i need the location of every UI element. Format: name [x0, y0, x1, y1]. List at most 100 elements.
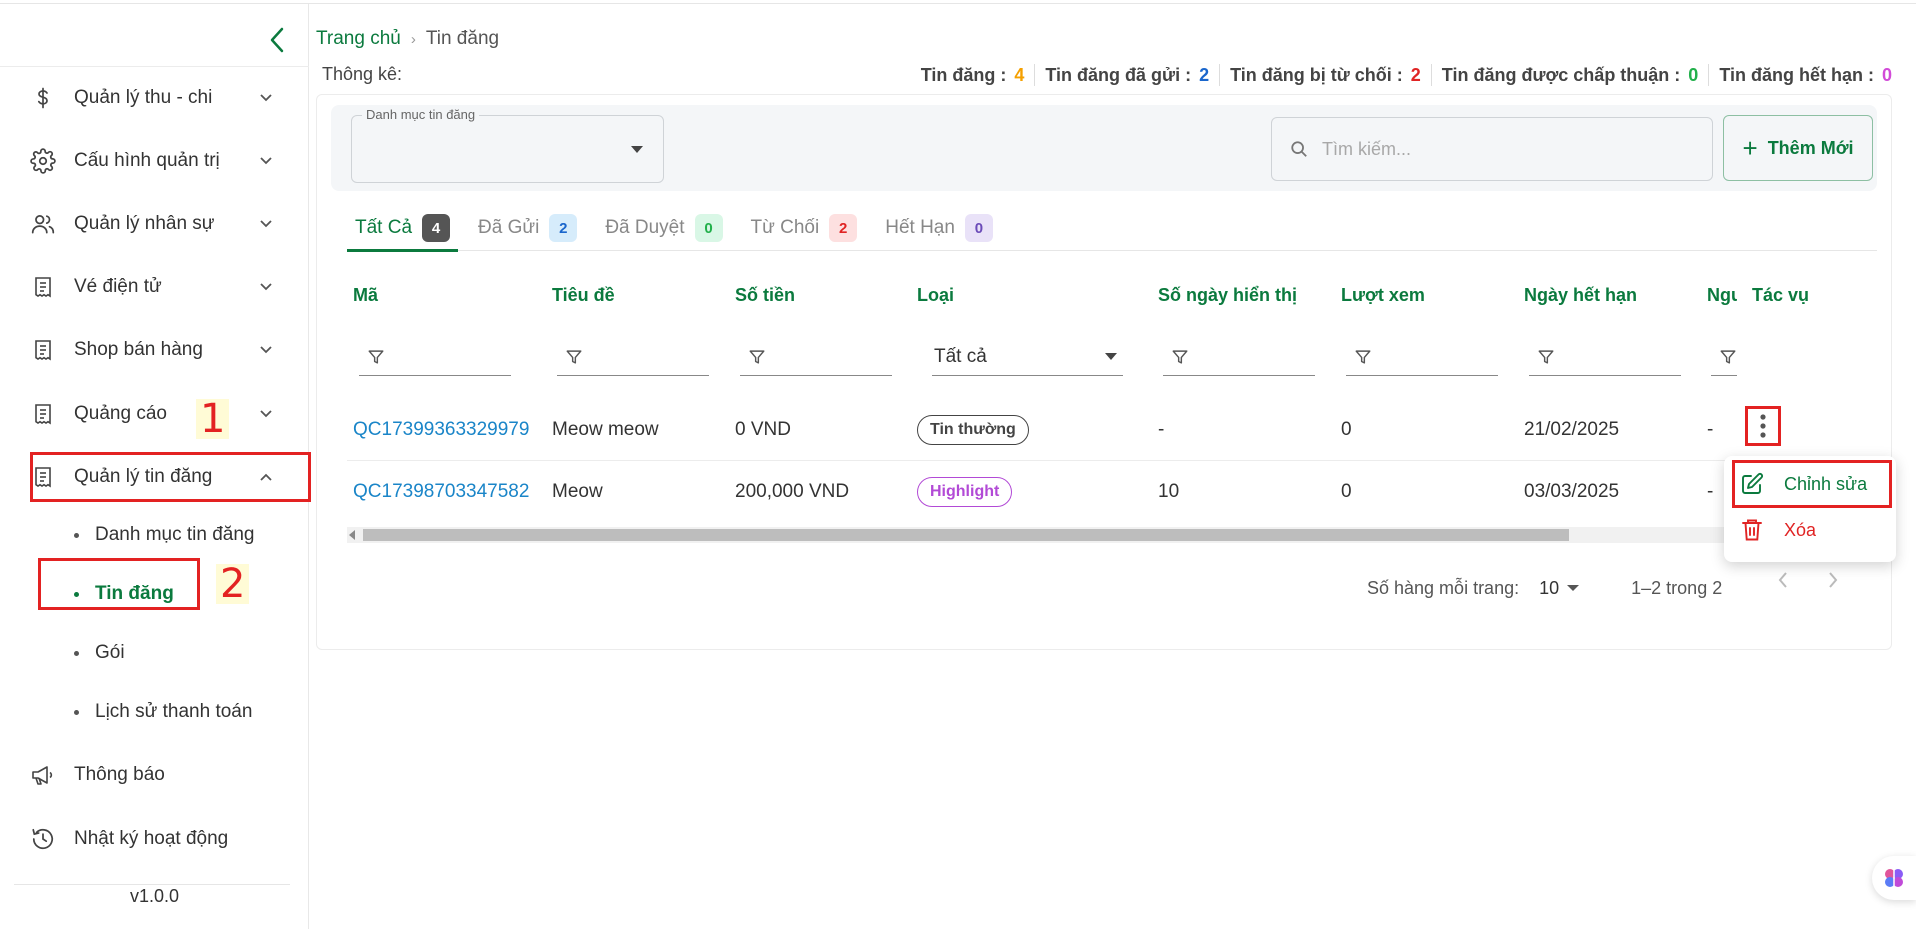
- column-header-title[interactable]: Tiêu đề: [552, 285, 615, 306]
- pagination: Số hàng mỗi trang: 10 1–2 trong 2: [1367, 573, 1722, 603]
- filter-code[interactable]: [359, 338, 511, 376]
- stats-bar: Thông kê: Tin đăng : 4 Tin đăng đã gửi : 2…: [316, 64, 1892, 88]
- stat-value: 2: [1410, 64, 1421, 85]
- sidebar-item-notifications[interactable]: Thông báo: [30, 751, 275, 799]
- app-version: v1.0.0: [129, 886, 180, 906]
- stats-list: Tin đăng : 4 Tin đăng đã gửi : 2 Tin đăng …: [921, 64, 1892, 86]
- stat-label: Tin đăng :: [920, 64, 1007, 85]
- filter-type-select[interactable]: Tất cả: [932, 338, 1123, 376]
- sidebar-subitem-packages[interactable]: Gói: [74, 633, 125, 673]
- listing-code-link[interactable]: QC17399363329979: [353, 399, 529, 461]
- tab-all[interactable]: Tất Cả 4: [347, 205, 459, 252]
- scrollbar-thumb[interactable]: [363, 529, 1569, 541]
- gear-icon: [30, 148, 56, 174]
- sidebar-divider: [0, 66, 309, 67]
- annotation-number-1: 1: [196, 399, 230, 439]
- listing-amount: 200,000 VND: [735, 481, 850, 502]
- plus-icon: +: [1742, 133, 1758, 163]
- filter-panel: Danh mục tin đăng + Thêm Mới: [331, 105, 1877, 191]
- sidebar-item-label: Shop bán hàng: [74, 339, 203, 360]
- filter-icon: [1354, 348, 1372, 366]
- column-header-expiry[interactable]: Ngày hết hạn: [1524, 285, 1637, 306]
- sidebar-item-label: Quản lý nhân sự: [74, 213, 215, 234]
- chevron-right-icon: [1829, 572, 1838, 588]
- sidebar-item-hr[interactable]: Quản lý nhân sự: [30, 200, 275, 248]
- tab-label: Đã Gửi: [478, 217, 540, 238]
- listing-views: 0: [1341, 419, 1352, 440]
- column-header-display-days[interactable]: Số ngày hiển thị: [1158, 285, 1297, 306]
- caret-down-icon: [1567, 585, 1580, 591]
- delete-menu-item[interactable]: Xóa: [1738, 510, 1888, 550]
- tab-count-badge: 4: [422, 214, 451, 242]
- listing-code-link[interactable]: QC17398703347582: [353, 461, 529, 523]
- horizontal-scrollbar[interactable]: [347, 527, 1737, 543]
- sidebar-subitem-label: Gói: [95, 642, 125, 663]
- filter-icon: [565, 348, 583, 366]
- filter-display-days[interactable]: [1163, 338, 1315, 376]
- sidebar-subitem-payment-history[interactable]: Lịch sử thanh toán: [74, 692, 252, 732]
- users-icon: [30, 211, 56, 237]
- scroll-left-icon[interactable]: [349, 530, 355, 540]
- sidebar-item-label: Thông báo: [74, 764, 165, 785]
- tab-sent[interactable]: Đã Gửi 2: [470, 205, 585, 251]
- column-header-amount[interactable]: Số tiền: [735, 285, 795, 306]
- breadcrumb-home-link[interactable]: Trang chủ: [316, 28, 401, 50]
- pagination-range: 1–2 trong 2: [1631, 577, 1723, 598]
- table-row: QC17399363329979 Meow meow 0 VND Tin thư…: [347, 399, 1737, 461]
- filter-expiry[interactable]: [1529, 338, 1681, 376]
- search-input[interactable]: [1322, 138, 1682, 160]
- filter-views[interactable]: [1346, 338, 1498, 376]
- sidebar-item-ads[interactable]: Quảng cáo: [30, 390, 275, 438]
- sidebar-subitem-listing-categories[interactable]: Danh mục tin đăng: [74, 515, 255, 555]
- collapse-sidebar-button[interactable]: [262, 22, 292, 58]
- dollar-icon: [30, 85, 56, 111]
- add-new-button[interactable]: + Thêm Mới: [1723, 115, 1873, 181]
- chevron-down-icon: [257, 278, 275, 296]
- sidebar-item-shop[interactable]: Shop bán hàng: [30, 326, 275, 374]
- sidebar-item-label: Quảng cáo: [74, 403, 167, 424]
- chevron-down-icon: [257, 215, 275, 233]
- filter-icon: [1171, 348, 1189, 366]
- sidebar-item-activity-log[interactable]: Nhật ký hoạt động: [30, 815, 275, 863]
- annotation-box-1: [30, 452, 311, 502]
- type-tag: Highlight: [917, 477, 1013, 507]
- caret-down-icon: [1105, 353, 1117, 360]
- breadcrumb-separator: ›: [410, 30, 416, 48]
- tab-rejected[interactable]: Từ Chối 2: [743, 205, 866, 251]
- sidebar-item-admin-config[interactable]: Cấu hình quản trị: [30, 137, 275, 185]
- column-header-truncated[interactable]: Ngư: [1707, 285, 1737, 306]
- column-header-type[interactable]: Loại: [917, 285, 954, 306]
- filter-amount[interactable]: [740, 338, 892, 376]
- filter-icon: [748, 348, 766, 366]
- row-actions-button[interactable]: [1746, 407, 1780, 445]
- column-header-code[interactable]: Mã: [353, 285, 378, 306]
- stat-value: 2: [1199, 64, 1210, 85]
- trash-icon: [1738, 516, 1766, 544]
- stat-divider: [1430, 64, 1432, 86]
- status-tabs: Tất Cả 4 Đã Gửi 2 Đã Duyệt 0 Từ Chối 2 H…: [347, 205, 1877, 252]
- next-page-button[interactable]: [1818, 565, 1848, 595]
- table-row: QC17398703347582 Meow 200,000 VND Highli…: [347, 461, 1737, 523]
- megaphone-icon: [30, 762, 56, 788]
- filter-truncated[interactable]: [1711, 338, 1737, 376]
- prev-page-button[interactable]: [1768, 565, 1798, 595]
- sidebar-item-e-ticket[interactable]: Vé điện tử: [30, 263, 275, 311]
- listing-amount: 0 VND: [735, 419, 791, 440]
- filter-title[interactable]: [557, 338, 709, 376]
- filter-icon: [367, 348, 385, 366]
- filter-type-value: Tất cả: [934, 345, 987, 367]
- sidebar-subitem-label: Lịch sử thanh toán: [95, 701, 253, 722]
- tab-label: Đã Duyệt: [605, 217, 685, 238]
- assistant-button[interactable]: [1872, 856, 1916, 900]
- sidebar-item-finance[interactable]: Quản lý thu - chi: [30, 74, 275, 122]
- tab-expired[interactable]: Hết Hạn 0: [877, 205, 1001, 251]
- stat-value: 4: [1014, 64, 1025, 85]
- category-select-label: Danh mục tin đăng: [362, 107, 480, 122]
- receipt-icon: [30, 401, 56, 427]
- stat-divider: [1219, 64, 1221, 86]
- stat-value: 0: [1881, 64, 1892, 85]
- column-header-views[interactable]: Lượt xem: [1341, 285, 1425, 306]
- tab-approved[interactable]: Đã Duyệt 0: [597, 205, 730, 251]
- category-select[interactable]: Danh mục tin đăng: [351, 107, 664, 183]
- rows-per-page-select[interactable]: 10: [1539, 578, 1580, 599]
